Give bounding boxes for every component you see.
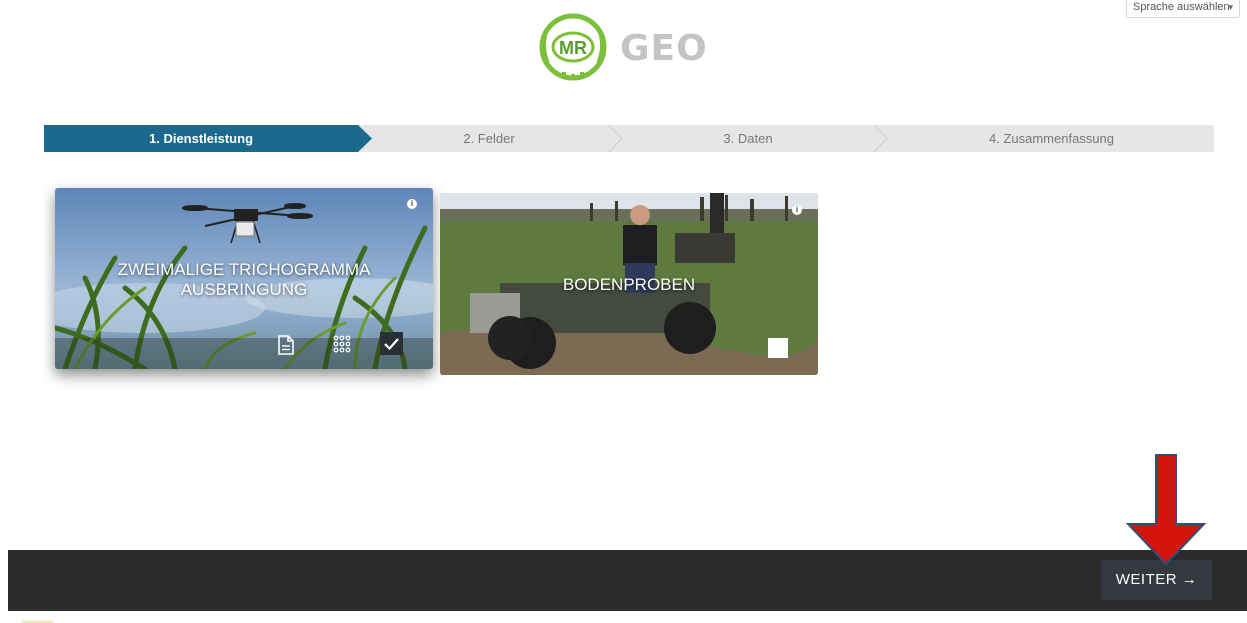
red-arrow-annotation-icon bbox=[1125, 454, 1207, 566]
info-icon[interactable]: i bbox=[792, 205, 802, 215]
checkmark-icon bbox=[384, 338, 399, 351]
document-icon[interactable] bbox=[277, 335, 295, 355]
info-icon[interactable]: i bbox=[407, 199, 417, 209]
language-select[interactable]: Sprache auswählen ▾ bbox=[1126, 0, 1240, 18]
step-zusammenfassung[interactable]: 4. Zusammenfassung bbox=[889, 125, 1214, 152]
step-daten[interactable]: 3. Daten bbox=[624, 125, 872, 152]
chevron-down-icon: ▾ bbox=[1228, 2, 1233, 12]
mr-wreath-logo-icon: MR bbox=[539, 13, 607, 81]
logo-mark-text: MR bbox=[559, 38, 587, 58]
service-title: BODENPROBEN bbox=[562, 275, 696, 294]
checkbox-icon[interactable] bbox=[768, 338, 788, 358]
step-dienstleistung[interactable]: 1. Dienstleistung bbox=[44, 125, 358, 152]
service-title-line-1: ZWEIMALIGE TRICHOGRAMMA bbox=[117, 260, 371, 279]
step-felder[interactable]: 2. Felder bbox=[374, 125, 604, 152]
service-title-line-2: AUSBRINGUNG bbox=[180, 280, 308, 299]
mr-geo-logo: MR GEO bbox=[538, 12, 708, 82]
weiter-button[interactable]: WEITER → bbox=[1101, 560, 1212, 600]
progress-stepper: 1. Dienstleistung 2. Felder 3. Daten 4. … bbox=[44, 125, 1214, 152]
footer-bar bbox=[8, 550, 1247, 611]
grid-dots-icon[interactable] bbox=[333, 335, 351, 353]
service-title: ZWEIMALIGE TRICHOGRAMMA AUSBRINGUNG bbox=[55, 260, 433, 300]
service-card-trichogramma[interactable]: ZWEIMALIGE TRICHOGRAMMA AUSBRINGUNG i bbox=[55, 188, 433, 369]
selected-checkbox[interactable] bbox=[380, 332, 403, 355]
service-card-bodenproben[interactable]: BODENPROBEN i bbox=[440, 193, 818, 375]
footer-faint-mark: ▂▂▂▂▂ bbox=[22, 614, 53, 623]
language-select-label: Sprache auswählen bbox=[1133, 1, 1230, 13]
logo-word: GEO bbox=[620, 28, 708, 69]
